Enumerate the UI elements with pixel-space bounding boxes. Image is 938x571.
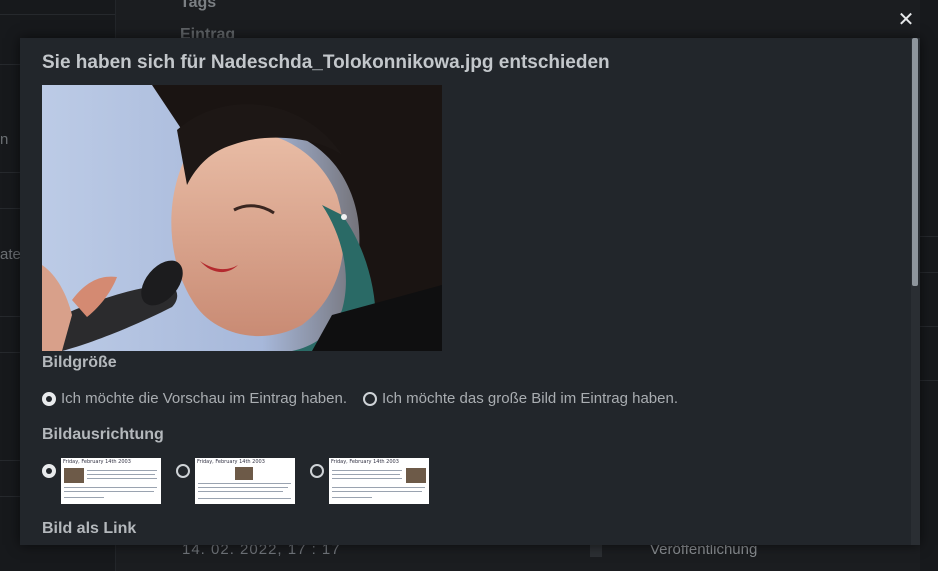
preview-date: Friday, February 14th 2003 [197,459,265,465]
background-label: n [0,131,9,148]
alignment-left-radio[interactable] [42,464,56,478]
background-checkbox [590,545,602,557]
preview-line [198,491,283,492]
preview-line [332,497,372,498]
preview-line [332,474,400,475]
preview-line [332,470,402,471]
preview-line [332,487,425,488]
size-preview-label[interactable]: Ich möchte die Vorschau im Eintrag haben… [61,390,347,407]
size-large-radio[interactable] [363,391,377,406]
preview-line [64,487,157,488]
preview-line [87,474,155,475]
preview-date: Friday, February 14th 2003 [331,459,399,465]
preview-date: Friday, February 14th 2003 [63,459,131,465]
alignment-center-radio[interactable] [176,464,190,478]
scrollbar-thumb[interactable] [912,38,918,286]
dialog-title: Sie haben sich für Nadeschda_Tolokonniko… [42,52,610,73]
alignment-center-preview[interactable]: Friday, February 14th 2003 [195,458,295,504]
image-link-heading: Bild als Link [42,520,137,537]
background-right-panel [920,0,938,571]
image-selection-dialog: Sie haben sich für Nadeschda_Tolokonniko… [20,38,920,545]
size-large-label[interactable]: Ich möchte das große Bild im Eintrag hab… [382,390,678,407]
preview-line [87,478,157,479]
preview-line [198,498,291,499]
background-divider [920,380,938,381]
image-alignment-heading: Bildausrichtung [42,426,164,443]
close-icon[interactable]: ✕ [896,9,916,31]
alignment-right-preview[interactable]: Friday, February 14th 2003 [329,458,429,504]
image-size-options: Ich möchte die Vorschau im Eintrag haben… [42,390,678,407]
preview-line [198,487,288,488]
alignment-left-option[interactable]: Friday, February 14th 2003 [42,458,161,504]
preview-line [64,491,154,492]
alignment-left-preview[interactable]: Friday, February 14th 2003 [61,458,161,504]
size-preview-radio[interactable] [42,391,56,406]
image-alignment-options: Friday, February 14th 2003 Friday, Febru… [42,458,442,506]
preview-line [332,478,402,479]
alignment-right-radio[interactable] [310,464,324,478]
preview-line [64,497,104,498]
background-divider [920,236,938,237]
alignment-center-option[interactable]: Friday, February 14th 2003 [176,458,295,504]
background-divider [920,272,938,273]
dialog-scrollbar[interactable] [911,38,920,545]
image-size-heading: Bildgröße [42,354,117,371]
background-divider [0,14,115,15]
background-divider [920,326,938,327]
selected-image-preview [42,85,442,351]
preview-thumbnail [235,467,253,480]
background-tags-label: Tags [180,0,217,11]
preview-line [332,491,422,492]
preview-line [198,483,291,484]
preview-thumbnail [64,468,84,483]
preview-thumbnail [406,468,426,483]
background-label: ate [0,246,21,263]
alignment-right-option[interactable]: Friday, February 14th 2003 [310,458,429,504]
preview-line [87,470,157,471]
portrait-photo [42,85,442,351]
